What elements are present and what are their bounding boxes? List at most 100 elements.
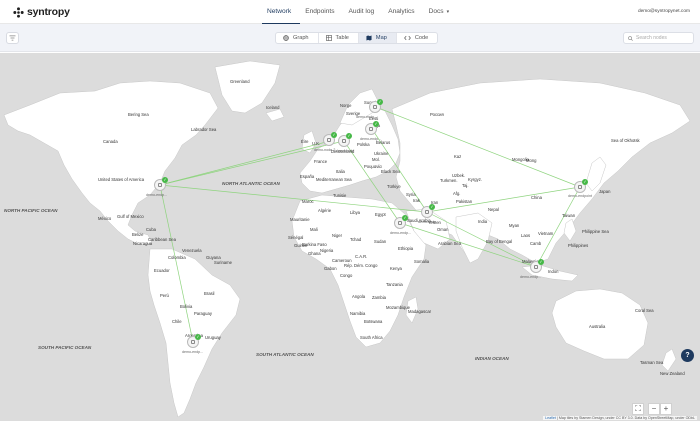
country-label: Mali [310,227,318,232]
endpoint-node[interactable]: ✓ [338,133,352,147]
zoom-out-button[interactable]: − [648,403,660,415]
search-input[interactable] [636,35,691,41]
node-label: demo-endp... [356,115,378,119]
country-label: Suriname [214,260,232,265]
endpoint-node[interactable]: ✓ [574,179,588,193]
country-label: Colombia [168,255,186,260]
check-icon: ✓ [582,179,588,185]
main-nav: Network Endpoints Audit log Analytics Do… [262,0,458,24]
node-inner [158,183,162,187]
country-label: Nigeria [320,248,334,253]
country-label: France [314,159,328,164]
country-label: Bolivia [180,304,193,309]
country-label: Brasil [204,291,215,296]
ocean-label: INDIAN OCEAN [475,356,509,361]
country-label: Japan [599,189,611,194]
country-label: Chile [172,319,182,324]
country-label: Maroc [302,199,314,204]
country-label: Egypt [375,212,386,217]
filter-button[interactable] [6,32,19,44]
view-code-label: Code [414,35,429,41]
node-label: demo-endp... [390,231,412,235]
nav-docs[interactable]: Docs ▾ [424,0,459,24]
view-map-button[interactable]: Map [357,33,396,43]
search-box[interactable] [623,32,694,44]
nav-audit-log[interactable]: Audit log [344,0,384,24]
endpoint-node[interactable]: ✓ [323,132,337,146]
country-label: Nicaragua [133,241,153,246]
country-label: United States of America [98,177,145,182]
sea-label: Bay of Bengal [486,239,513,244]
country-label: India [478,219,488,224]
sea-label: Tasman Sea [640,360,664,365]
sea-label: Philippine Sea [582,229,609,234]
node-inner [534,265,538,269]
country-label: Türkiye [387,184,401,189]
sea-label: Caribbean Sea [148,237,176,242]
country-label: Niger [332,233,343,238]
fullscreen-icon: ⛶ [635,404,641,413]
node-label: demo-endpoint [568,194,592,198]
endpoint-node[interactable]: ✓ [187,334,201,348]
map-attribution: Leaflet | Map tiles by Stamen Design, un… [543,416,697,420]
check-icon: ✓ [402,215,408,221]
search-icon [628,35,633,41]
country-label: Ecuador [154,268,170,273]
country-label: Libya [350,210,361,215]
nav-docs-label: Docs [428,8,444,15]
endpoint-node[interactable]: ✓ [530,259,544,273]
country-label: Guinée [294,243,308,248]
country-label: Mongolia [512,157,529,162]
country-label: Vietnam [538,231,554,236]
country-label: New Zealand [660,371,685,376]
view-code-button[interactable]: Code [395,33,437,43]
country-label: C.A.R. [355,254,368,259]
country-label: Tunisie [333,193,347,198]
view-toolbar: Graph Table Map Code [0,24,700,52]
endpoint-node[interactable]: ✓ [369,99,383,113]
sea-label: Sea of Okhotsk [611,138,640,143]
nav-endpoints[interactable]: Endpoints [300,0,343,24]
ocean-label: SOUTH ATLANTIC OCEAN [256,352,314,357]
filter-icon [9,35,16,41]
endpoint-node[interactable]: ✓ [394,215,408,229]
zoom-in-button[interactable]: + [660,403,672,415]
node-label: demo-node [336,149,355,153]
country-label: Taiwan [562,213,576,218]
sea-label: Gulf of Mexico [117,214,144,219]
country-label: Tchad [350,237,362,242]
code-icon [403,35,411,41]
view-table-button[interactable]: Table [317,33,358,43]
sea-label: Mediterranean Sea [316,177,352,182]
nav-network[interactable]: Network [262,0,301,24]
attribution-text: | Map tiles by Stamen Design, under CC B… [556,416,695,420]
help-button[interactable]: ? [681,349,694,362]
country-label: Uzbek. [452,173,466,178]
user-menu[interactable]: demo@syntropynet.com [638,9,690,14]
country-label: México [98,216,112,221]
country-label: Tanzania [386,282,403,287]
logo-text: syntropy [27,6,70,18]
view-graph-button[interactable]: Graph [276,33,318,43]
country-label: Turkmen. [440,178,458,183]
world-map[interactable]: NORTH ATLANTIC OCEAN NORTH PACIFIC OCEAN… [0,53,700,421]
chevron-down-icon: ▾ [446,9,450,15]
syntropy-logo-icon [13,6,24,18]
nav-analytics[interactable]: Analytics [383,0,423,24]
node-inner [191,340,195,344]
logo[interactable]: syntropy [13,5,70,19]
node-label: demo-endp... [146,193,168,197]
endpoint-node[interactable]: ✓ [154,177,168,191]
fullscreen-button[interactable]: ⛶ [632,403,644,415]
check-icon: ✓ [538,259,544,265]
node-inner [425,210,429,214]
sea-label: Arabian Sea [438,241,462,246]
country-label: Indon [548,269,559,274]
table-icon [325,35,332,41]
node-inner [578,185,582,189]
leaflet-link[interactable]: Leaflet [545,416,556,420]
country-label: Cuba [146,227,157,232]
endpoint-node[interactable]: ✓ [421,204,435,218]
ocean-label: NORTH PACIFIC OCEAN [4,208,58,213]
endpoint-node[interactable]: ✓ [365,121,379,135]
